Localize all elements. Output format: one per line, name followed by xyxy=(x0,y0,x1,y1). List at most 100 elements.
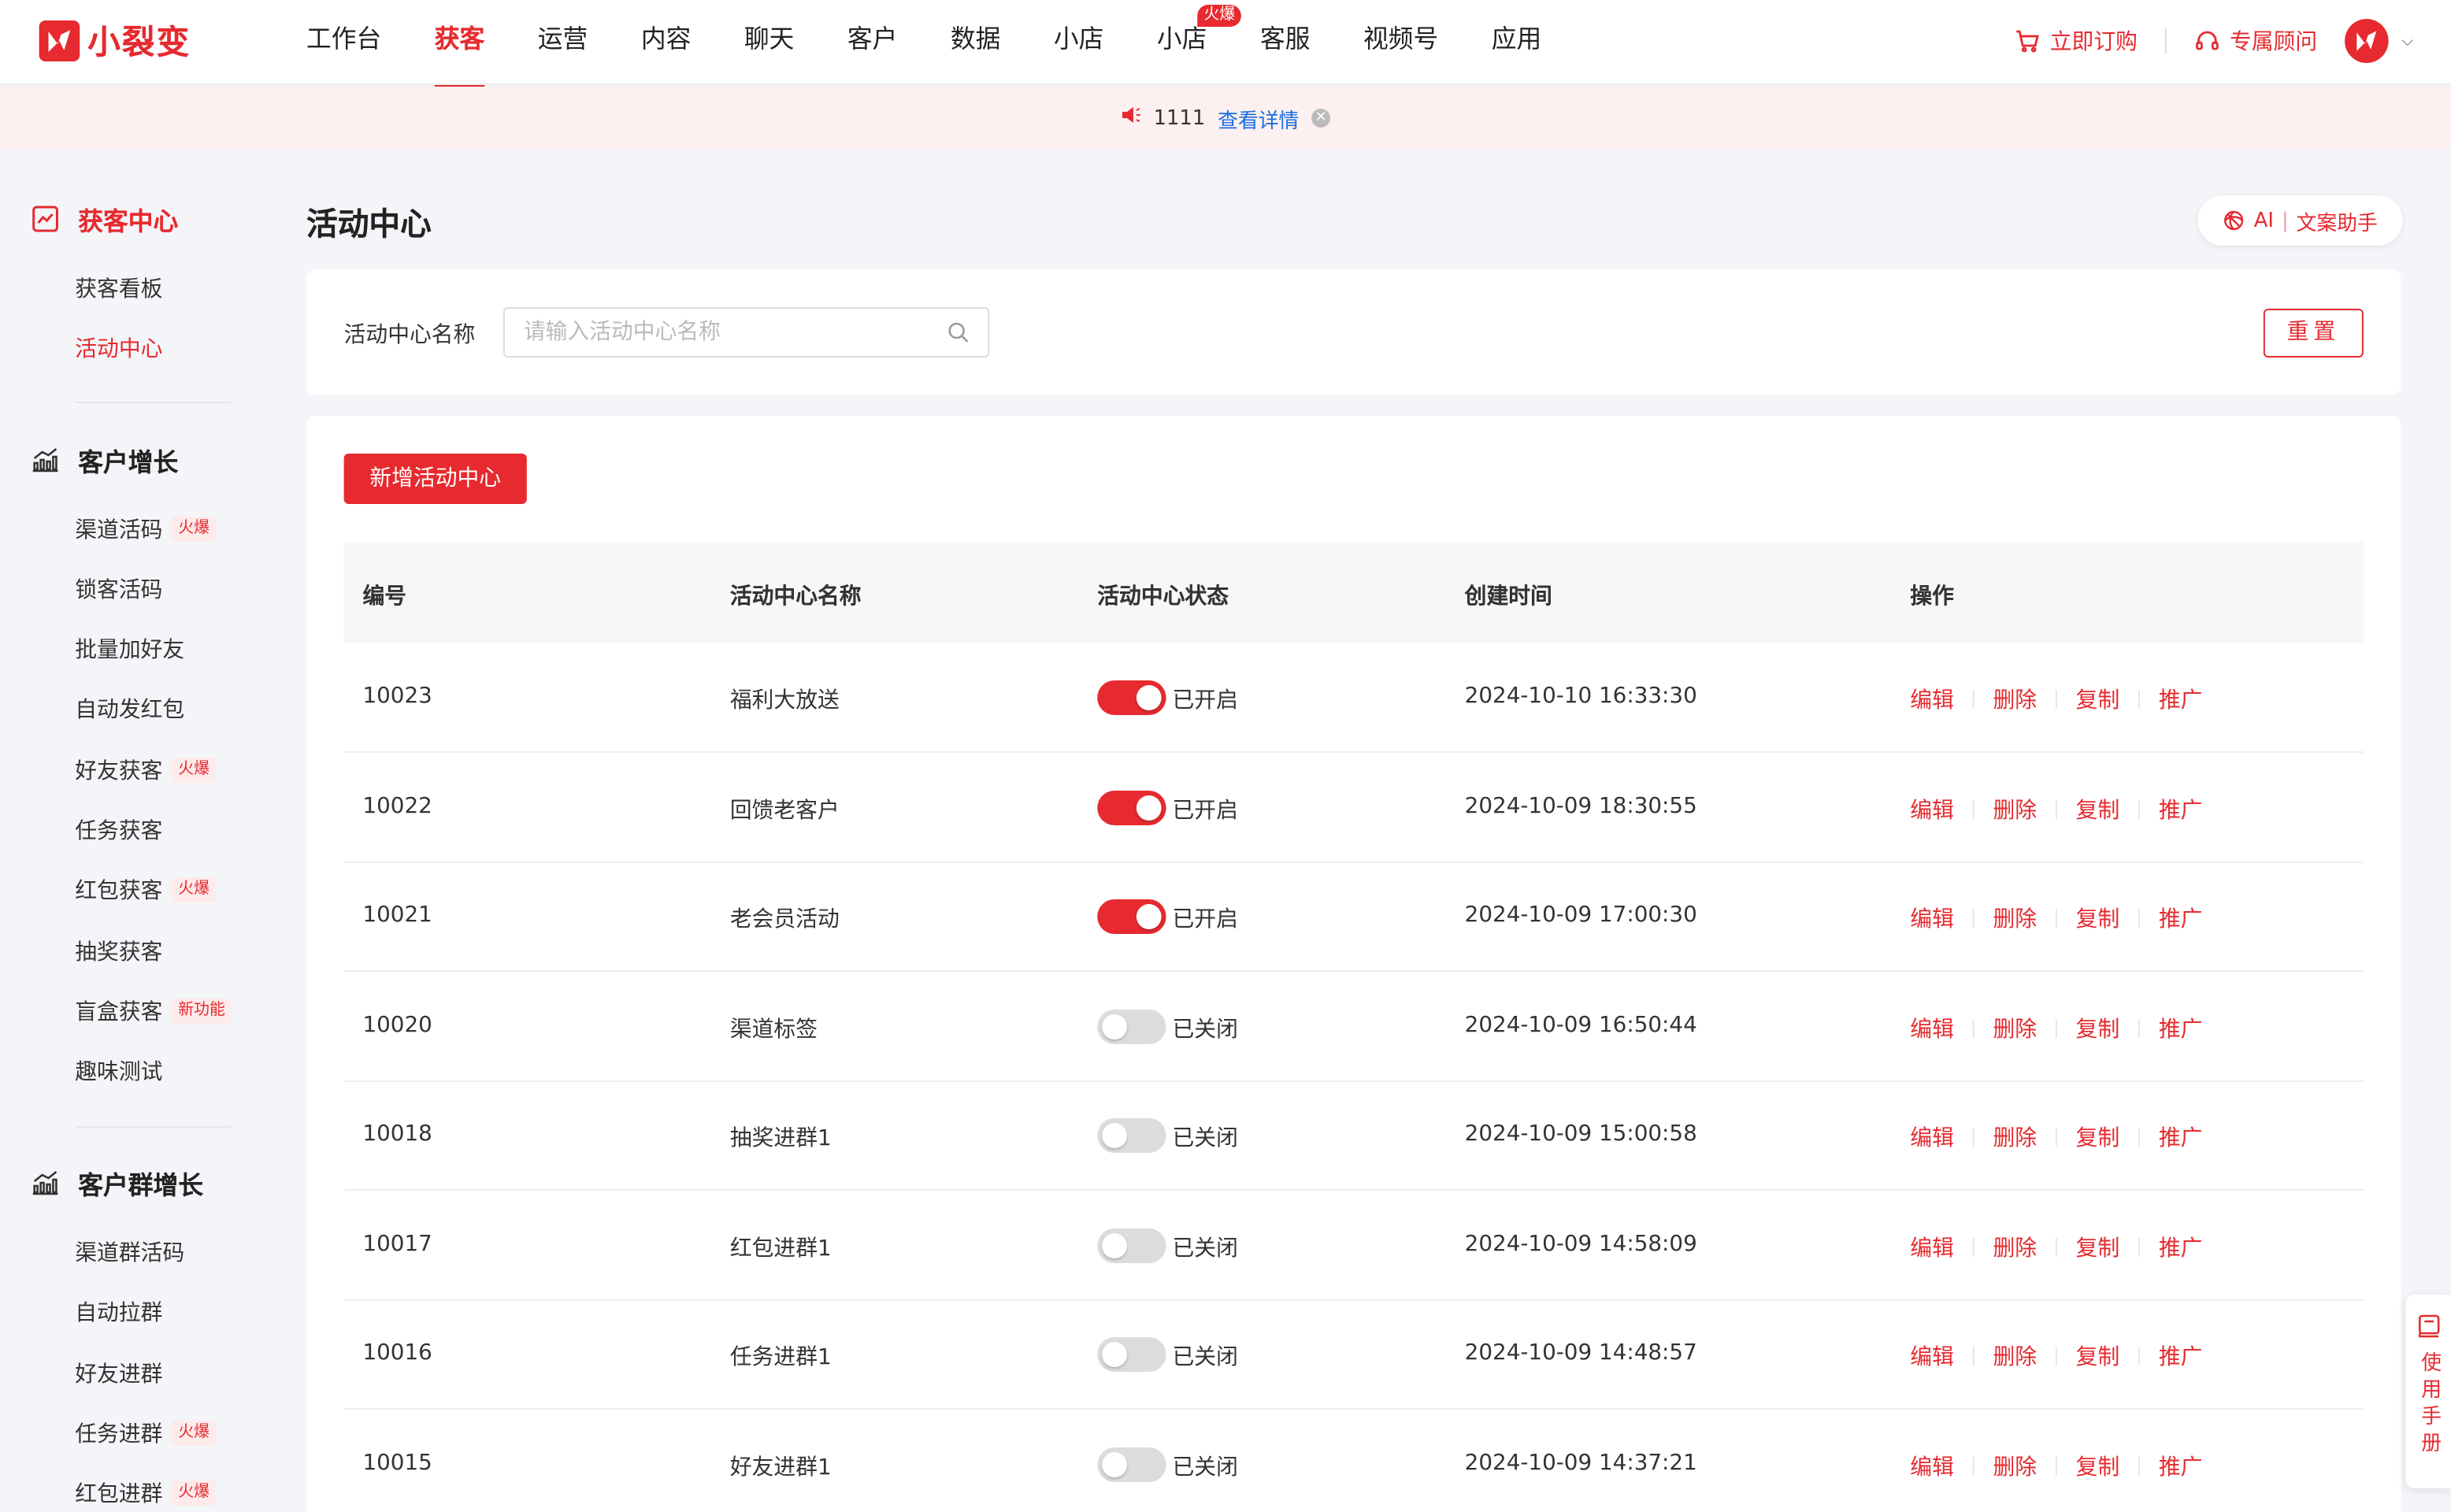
promote-link[interactable]: 推广 xyxy=(2159,684,2203,715)
notice-detail-link[interactable]: 查看详情 xyxy=(1218,103,1299,133)
delete-link[interactable]: 删除 xyxy=(1993,793,2037,825)
delete-link[interactable]: 删除 xyxy=(1993,1121,2037,1153)
book-icon xyxy=(2418,1314,2439,1338)
status-toggle[interactable] xyxy=(1097,1009,1166,1043)
promote-link[interactable]: 推广 xyxy=(2159,1340,2203,1372)
advisor-button[interactable]: 专属顾问 xyxy=(2195,25,2317,57)
sidebar-group-customer-growth[interactable]: 客户增长 xyxy=(32,441,178,479)
edit-link[interactable]: 编辑 xyxy=(1910,1450,1954,1481)
copy-link[interactable]: 复制 xyxy=(2076,684,2120,715)
promote-link[interactable]: 推广 xyxy=(2159,902,2203,934)
nav-item-apps[interactable]: 应用 xyxy=(1492,0,1542,85)
promote-link[interactable]: 推广 xyxy=(2159,1231,2203,1262)
delete-link[interactable]: 删除 xyxy=(1993,1012,2037,1043)
sidebar-item-label: 好友进群 xyxy=(75,1362,163,1388)
filter-label: 活动中心名称 xyxy=(343,323,476,348)
nav-item-operation[interactable]: 运营 xyxy=(538,0,588,85)
edit-link[interactable]: 编辑 xyxy=(1910,793,1954,825)
sidebar-item-auto-pull-group[interactable]: 自动拉群 xyxy=(75,1296,162,1328)
delete-link[interactable]: 删除 xyxy=(1993,902,2037,934)
edit-link[interactable]: 编辑 xyxy=(1910,1231,1954,1262)
nav-item-shop-hot[interactable]: 小店 火爆 xyxy=(1157,0,1242,85)
toggle-knob xyxy=(1102,1451,1127,1477)
activity-name-search-input[interactable] xyxy=(503,307,990,358)
nav-item-content[interactable]: 内容 xyxy=(641,0,692,85)
delete-link[interactable]: 删除 xyxy=(1993,1340,2037,1372)
sidebar-item-channel-qr[interactable]: 渠道活码 火爆 xyxy=(75,513,216,545)
sidebar-item-auto-red-packet[interactable]: 自动发红包 xyxy=(75,693,184,724)
sidebar-item-red-packet-acquire[interactable]: 红包获客 火爆 xyxy=(75,874,216,906)
delete-link[interactable]: 删除 xyxy=(1993,1231,2037,1262)
row-actions: 编辑 删除 复制 推广 xyxy=(1910,1340,2202,1372)
hot-tag: 火爆 xyxy=(172,1480,216,1506)
nav-label: 视频号 xyxy=(1363,24,1439,54)
new-feature-tag: 新功能 xyxy=(172,999,232,1024)
nav-item-shop[interactable]: 小店 xyxy=(1054,0,1104,85)
delete-link[interactable]: 删除 xyxy=(1993,684,2037,715)
promote-link[interactable]: 推广 xyxy=(2159,1450,2203,1481)
promote-link[interactable]: 推广 xyxy=(2159,1121,2203,1153)
edit-link[interactable]: 编辑 xyxy=(1910,1340,1954,1372)
table-row: 10022 回馈老客户 已开启 2024-10-09 18:30:55 编辑 删除 复制 推广 xyxy=(343,752,2364,862)
sidebar-item-fun-test[interactable]: 趣味测试 xyxy=(75,1055,162,1087)
status-toggle[interactable] xyxy=(1097,790,1166,825)
edit-link[interactable]: 编辑 xyxy=(1910,1121,1954,1153)
promote-link[interactable]: 推广 xyxy=(2159,1012,2203,1043)
avatar[interactable] xyxy=(2345,19,2390,63)
edit-link[interactable]: 编辑 xyxy=(1910,1012,1954,1043)
copy-link[interactable]: 复制 xyxy=(2076,902,2120,934)
sidebar-item-friend-acquire[interactable]: 好友获客 火爆 xyxy=(75,754,216,786)
sidebar-item-blind-box-acquire[interactable]: 盲盒获客 新功能 xyxy=(75,995,232,1027)
row-name: 福利大放送 xyxy=(729,688,840,713)
nav-item-data[interactable]: 数据 xyxy=(951,0,1001,85)
nav-item-acquire[interactable]: 获客 xyxy=(434,0,485,88)
copy-link[interactable]: 复制 xyxy=(2076,1121,2120,1153)
sidebar-item-channel-group-qr[interactable]: 渠道群活码 xyxy=(75,1236,184,1268)
ai-copywriting-button[interactable]: AI | 文案助手 xyxy=(2197,195,2403,246)
sidebar-item-activity-center[interactable]: 活动中心 xyxy=(75,332,162,364)
nav-item-service[interactable]: 客服 xyxy=(1260,0,1311,85)
close-icon[interactable]: ✕ xyxy=(1311,109,1331,128)
logo-icon xyxy=(39,20,80,61)
add-activity-center-button[interactable]: 新增活动中心 xyxy=(343,454,527,504)
reset-button[interactable]: 重置 xyxy=(2263,309,2364,358)
chevron-down-icon[interactable]: ⌵ xyxy=(2401,32,2413,50)
user-manual-tab[interactable]: 使用手册 xyxy=(2405,1295,2451,1488)
copy-link[interactable]: 复制 xyxy=(2076,1012,2120,1043)
logo[interactable]: 小裂变 xyxy=(39,17,191,65)
copy-link[interactable]: 复制 xyxy=(2076,1450,2120,1481)
nav-item-channels[interactable]: 视频号 xyxy=(1363,0,1438,85)
sidebar-item-task-join-group[interactable]: 任务进群 火爆 xyxy=(75,1418,216,1449)
copy-link[interactable]: 复制 xyxy=(2076,793,2120,825)
edit-link[interactable]: 编辑 xyxy=(1910,684,1954,715)
sidebar-item-lottery-acquire[interactable]: 抽奖获客 xyxy=(75,936,162,967)
status-toggle[interactable] xyxy=(1097,680,1166,715)
status-toggle[interactable] xyxy=(1097,1337,1166,1372)
row-name: 好友进群1 xyxy=(729,1455,832,1480)
edit-link[interactable]: 编辑 xyxy=(1910,902,1954,934)
sidebar-group-group-growth[interactable]: 客户群增长 xyxy=(32,1164,203,1202)
status-toggle[interactable] xyxy=(1097,899,1166,934)
sidebar-item-lock-qr[interactable]: 锁客活码 xyxy=(75,573,162,605)
sidebar-group-acquire-center[interactable]: 获客中心 xyxy=(32,200,178,238)
sidebar-item-task-acquire[interactable]: 任务获客 xyxy=(75,814,162,846)
status-toggle[interactable] xyxy=(1097,1447,1166,1481)
sidebar-item-batch-add-friends[interactable]: 批量加好友 xyxy=(75,633,184,665)
nav-item-workbench[interactable]: 工作台 xyxy=(306,0,381,85)
promote-link[interactable]: 推广 xyxy=(2159,793,2203,825)
copy-link[interactable]: 复制 xyxy=(2076,1231,2120,1262)
action-separator xyxy=(2138,1128,2141,1147)
nav-item-customer[interactable]: 客户 xyxy=(847,0,898,85)
sidebar-item-dashboard[interactable]: 获客看板 xyxy=(75,272,162,304)
nav-item-chat[interactable]: 聊天 xyxy=(744,0,795,85)
search-icon[interactable] xyxy=(947,321,970,343)
sidebar-item-red-packet-join-group[interactable]: 红包进群 火爆 xyxy=(75,1477,216,1509)
sidebar-group-label: 客户群增长 xyxy=(78,1170,204,1200)
order-button[interactable]: 立即订购 xyxy=(2015,25,2138,57)
status-toggle[interactable] xyxy=(1097,1118,1166,1153)
status-toggle[interactable] xyxy=(1097,1228,1166,1262)
delete-link[interactable]: 删除 xyxy=(1993,1450,2037,1481)
sidebar-item-friend-join-group[interactable]: 好友进群 xyxy=(75,1358,162,1389)
hot-tag: 火爆 xyxy=(172,1421,216,1446)
copy-link[interactable]: 复制 xyxy=(2076,1340,2120,1372)
